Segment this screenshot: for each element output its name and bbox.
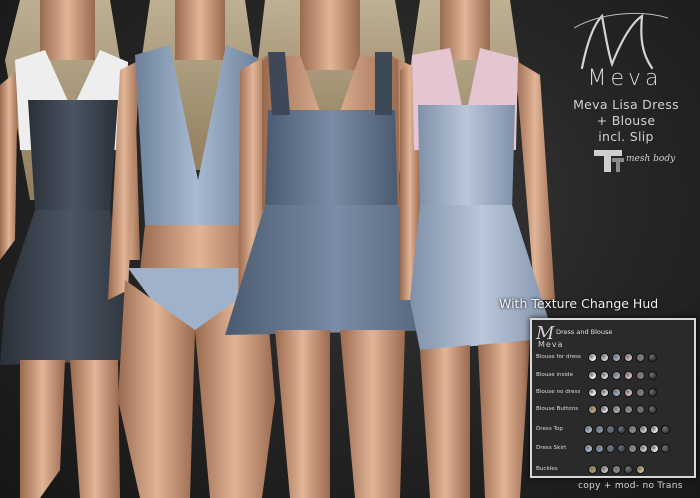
color-swatch-button[interactable] xyxy=(595,444,604,453)
color-swatch-button[interactable] xyxy=(584,444,593,453)
color-swatch-button[interactable] xyxy=(636,353,645,362)
hud-brand: Meva xyxy=(538,340,564,349)
color-swatch-button[interactable] xyxy=(600,353,609,362)
color-swatch-button[interactable] xyxy=(612,353,621,362)
color-swatch-button[interactable] xyxy=(648,405,657,414)
color-swatch-button[interactable] xyxy=(600,371,609,380)
color-swatch-button[interactable] xyxy=(600,405,609,414)
product-name-line2: + Blouse xyxy=(596,113,656,128)
color-swatch-button[interactable] xyxy=(636,405,645,414)
hud-header: Dress and Blouse xyxy=(556,328,613,336)
hud-row-label: Dress Skirt xyxy=(536,445,567,451)
color-swatch-button[interactable] xyxy=(650,425,659,434)
hud-row: Dress Skirt xyxy=(536,443,694,455)
color-swatch-button[interactable] xyxy=(588,371,597,380)
hud-row-label: Blouse no dress xyxy=(536,389,581,395)
hud-row: Blouse no dress xyxy=(536,387,694,399)
hud-title: With Texture Change Hud xyxy=(499,296,659,311)
mesh-body-label: mesh body xyxy=(626,154,676,164)
color-swatch-button[interactable] xyxy=(617,425,626,434)
hud-row-label: Buckles xyxy=(536,466,558,472)
color-swatch-button[interactable] xyxy=(636,371,645,380)
color-swatch-button[interactable] xyxy=(617,444,626,453)
color-swatch-button[interactable] xyxy=(661,425,670,434)
product-name: Meva Lisa Dress xyxy=(573,97,679,112)
color-swatch-button[interactable] xyxy=(650,444,659,453)
hud-row: Blouse for dress xyxy=(536,352,694,364)
color-swatch-button[interactable] xyxy=(624,388,633,397)
color-swatch-button[interactable] xyxy=(639,444,648,453)
color-swatch-button[interactable] xyxy=(612,405,621,414)
color-swatch-button[interactable] xyxy=(606,425,615,434)
hud-row-label: Blouse for dress xyxy=(536,354,581,360)
color-swatch-button[interactable] xyxy=(648,371,657,380)
color-swatch-button[interactable] xyxy=(588,465,597,474)
product-includes: incl. Slip xyxy=(598,129,654,144)
product-ad-image: Meva Meva Lisa Dress + Blouse incl. Slip… xyxy=(0,0,700,498)
hud-row: Buckles xyxy=(536,464,694,476)
hud-row-label: Blouse inside xyxy=(536,372,574,378)
hud-row-label: Blouse Buttons xyxy=(536,406,579,412)
hud-row: Dress Top xyxy=(536,424,694,436)
color-swatch-button[interactable] xyxy=(600,388,609,397)
color-swatch-button[interactable] xyxy=(612,465,621,474)
permissions-text: copy + mod- no Trans xyxy=(578,481,683,491)
color-swatch-button[interactable] xyxy=(648,353,657,362)
color-swatch-button[interactable] xyxy=(624,405,633,414)
color-swatch-button[interactable] xyxy=(628,425,637,434)
color-swatch-button[interactable] xyxy=(636,388,645,397)
color-swatch-button[interactable] xyxy=(588,405,597,414)
color-swatch-button[interactable] xyxy=(661,444,670,453)
color-swatch-button[interactable] xyxy=(624,465,633,474)
color-swatch-button[interactable] xyxy=(612,388,621,397)
brand-name: Meva xyxy=(587,66,663,91)
color-swatch-button[interactable] xyxy=(595,425,604,434)
color-swatch-button[interactable] xyxy=(588,353,597,362)
texture-change-hud: M Meva Dress and Blouse Blouse for dress… xyxy=(530,318,696,478)
hud-row: Blouse inside xyxy=(536,370,694,382)
color-swatch-button[interactable] xyxy=(628,444,637,453)
color-swatch-button[interactable] xyxy=(639,425,648,434)
color-swatch-button[interactable] xyxy=(600,465,609,474)
hud-row: Blouse Buttons xyxy=(536,404,694,416)
color-swatch-button[interactable] xyxy=(612,371,621,380)
color-swatch-button[interactable] xyxy=(588,388,597,397)
color-swatch-button[interactable] xyxy=(648,388,657,397)
hud-row-label: Dress Top xyxy=(536,426,563,432)
color-swatch-button[interactable] xyxy=(584,425,593,434)
color-swatch-button[interactable] xyxy=(606,444,615,453)
color-swatch-button[interactable] xyxy=(636,465,645,474)
color-swatch-button[interactable] xyxy=(624,353,633,362)
color-swatch-button[interactable] xyxy=(624,371,633,380)
